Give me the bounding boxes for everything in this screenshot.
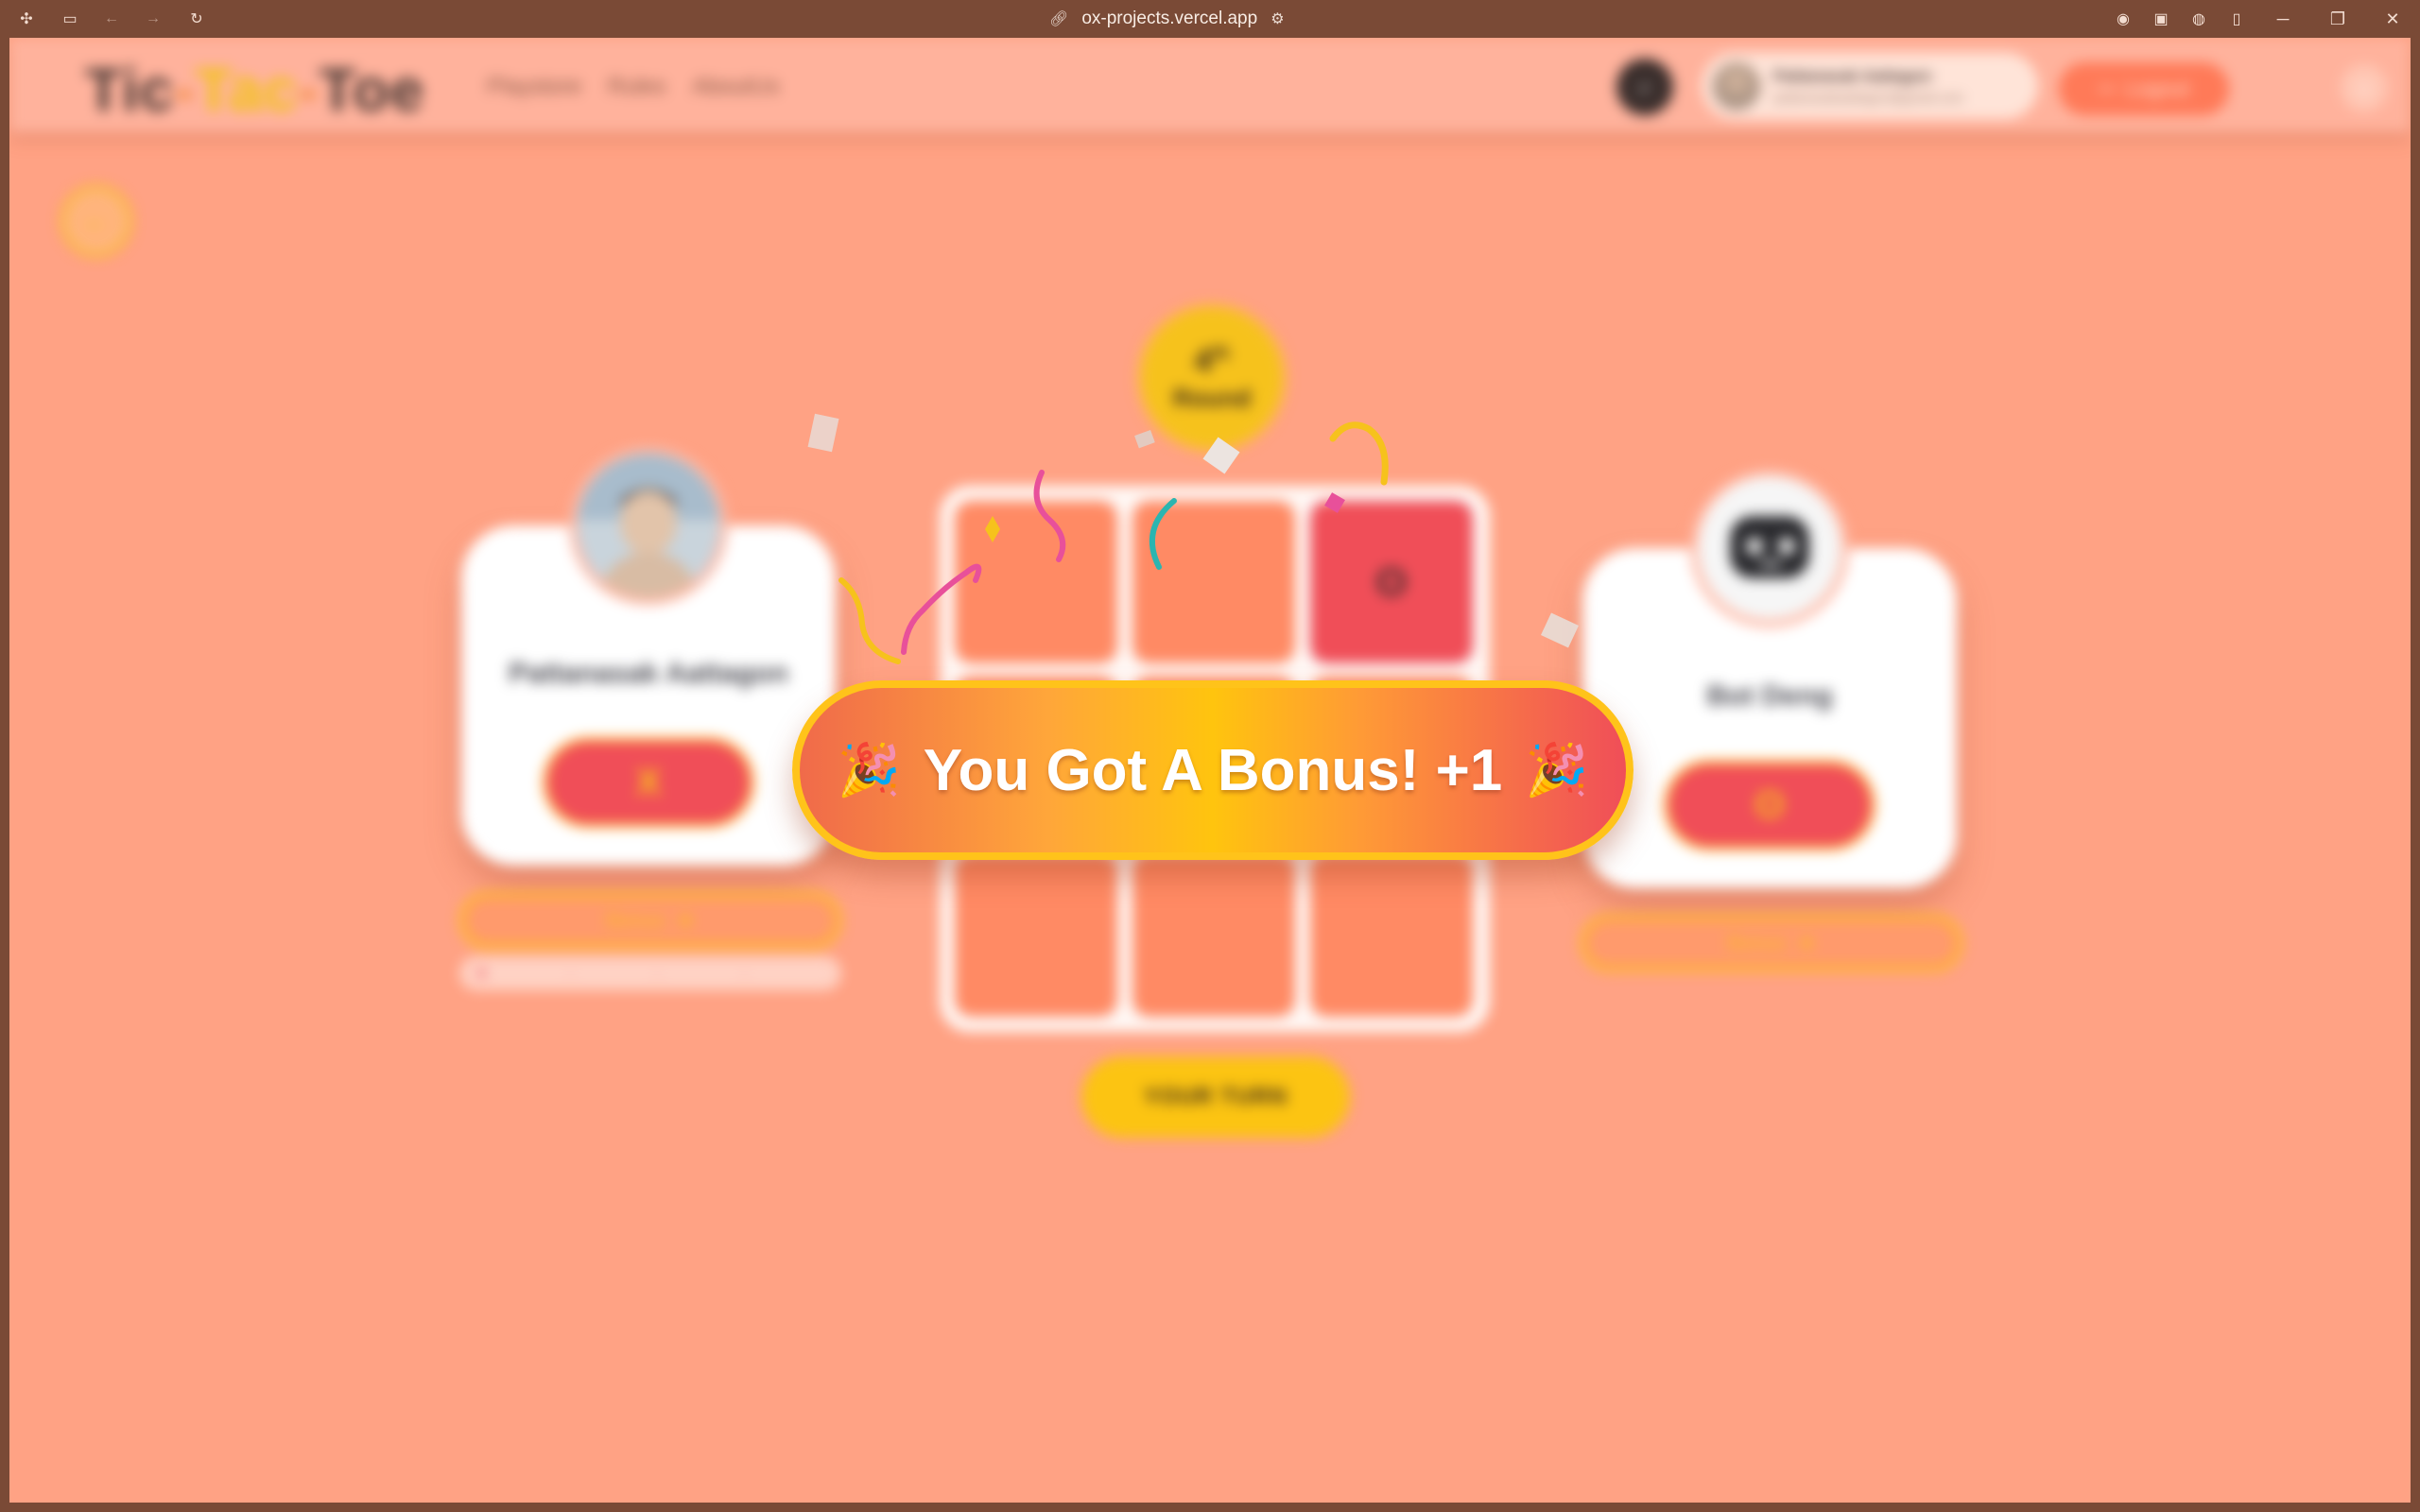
browser-toolbar: ✣ ▭ ← → ↻ 🔗︎ ox-projects.vercel.app ⚙︎ ◉… <box>0 0 2420 38</box>
bot-avatar <box>1690 469 1849 627</box>
nav-link-playstore[interactable]: Playstore <box>487 74 581 100</box>
site-settings-icon[interactable]: ⚙︎ <box>1270 9 1284 28</box>
avatar <box>1713 62 1760 110</box>
logout-icon: ⇦ <box>2099 77 2117 100</box>
logo-tic: Tic <box>85 56 175 124</box>
arrow-left-icon: ← <box>82 205 111 236</box>
nav-link-rules[interactable]: Rules <box>608 74 666 100</box>
url-text: ox-projects.vercel.app <box>1081 9 1258 28</box>
bot-bonus-button[interactable]: Bonus ★ <box>1581 915 1962 971</box>
turn-indicator: YOUR TURN <box>1081 1057 1350 1138</box>
player-card: Pattanasak Aattagon X <box>461 446 836 866</box>
nav-link-aboutus[interactable]: AboutUs <box>692 74 779 100</box>
globe-icon[interactable]: ◍ <box>2180 9 2218 28</box>
app-logo[interactable]: Tic-Tac-Toe <box>85 55 425 125</box>
round-badge: 4th Round <box>1142 308 1282 448</box>
board-cell[interactable]: O <box>1310 501 1473 663</box>
logo-dash: - <box>174 56 196 124</box>
logout-button[interactable]: ⇦ Logout <box>2059 62 2229 115</box>
player-name: Pattanasak Aattagon <box>509 658 788 689</box>
player-mark-badge: X <box>543 737 754 828</box>
link-icon: 🔗︎ <box>1049 11 1069 27</box>
board-cell[interactable] <box>1310 854 1473 1017</box>
user-email: pattanasakaattagon@gmail.com <box>1773 90 1963 105</box>
round-suffix: th <box>1212 343 1230 364</box>
search-icon: ⌕ <box>1637 72 1652 100</box>
party-popper-icon: 🎉 <box>1525 742 1589 799</box>
bonus-banner: 🎉 You Got A Bonus! +1 🎉 <box>792 680 1634 860</box>
address-bar[interactable]: 🔗︎ ox-projects.vercel.app ⚙︎ <box>1049 6 1285 32</box>
logo-toe: Toe <box>319 56 425 124</box>
board-cell[interactable] <box>1132 854 1295 1017</box>
extension-icon[interactable]: ◉ <box>2104 9 2142 28</box>
logout-label: Logout <box>2125 77 2189 100</box>
reload-icon[interactable]: ↻ <box>185 8 208 30</box>
player-lives-bar: ♥ · · · <box>459 956 841 990</box>
board-cell[interactable] <box>955 854 1117 1017</box>
star-icon: ★ <box>1797 931 1817 954</box>
round-label: Round <box>1172 384 1252 412</box>
close-icon[interactable]: ✕ <box>2365 9 2420 29</box>
heart-icon: ♥ <box>476 963 487 983</box>
translate-icon[interactable]: ▣ <box>2142 9 2180 28</box>
bot-mark-badge: O <box>1664 760 1876 850</box>
bot-card: Bot Deng O <box>1582 469 1957 888</box>
minimize-icon[interactable]: ─ <box>2256 9 2310 29</box>
page-viewport: Tic-Tac-Toe Playstore Rules AboutUs ⌕ Pa… <box>9 38 2411 1503</box>
board-cell[interactable] <box>1132 501 1295 663</box>
restore-icon[interactable]: ❐ <box>2310 9 2365 29</box>
theme-toggle-button[interactable]: ☼ <box>2341 64 2388 112</box>
bonus-label: Bonus <box>1726 931 1787 954</box>
bonus-label: Bonus <box>605 908 666 932</box>
bot-name: Bot Deng <box>1706 680 1833 712</box>
board-cell[interactable] <box>955 501 1117 663</box>
user-profile-chip[interactable]: Pattanasak Aattagon pattanasakaattagon@g… <box>1702 53 2038 119</box>
sidebar-toggle-icon[interactable]: ▭ <box>59 8 81 30</box>
logo-dash: - <box>298 56 320 124</box>
logo-tac: Tac <box>195 56 299 124</box>
forward-arrow-icon[interactable]: → <box>142 8 164 30</box>
player-avatar <box>569 446 728 605</box>
browser-logo-icon[interactable]: ✣ <box>15 8 38 30</box>
main-nav: Playstore Rules AboutUs <box>487 74 779 100</box>
life-dot: · <box>567 963 574 983</box>
back-arrow-icon[interactable]: ← <box>100 8 123 30</box>
back-button[interactable]: ← <box>60 185 132 257</box>
party-popper-icon: 🎉 <box>837 742 901 799</box>
life-dot: · <box>654 963 661 983</box>
star-icon: ★ <box>676 908 696 932</box>
search-button[interactable]: ⌕ <box>1616 59 1673 115</box>
app-header: Tic-Tac-Toe Playstore Rules AboutUs ⌕ Pa… <box>9 38 2411 132</box>
sun-icon: ☼ <box>2354 75 2375 100</box>
split-view-icon[interactable]: ▯ <box>2218 9 2256 28</box>
life-dot: · <box>741 963 748 983</box>
user-name: Pattanasak Aattagon <box>1773 67 1932 85</box>
round-number: 4 <box>1194 343 1213 379</box>
player-bonus-button[interactable]: Bonus ★ <box>459 892 841 949</box>
bonus-message: You Got A Bonus! +1 <box>923 737 1503 803</box>
